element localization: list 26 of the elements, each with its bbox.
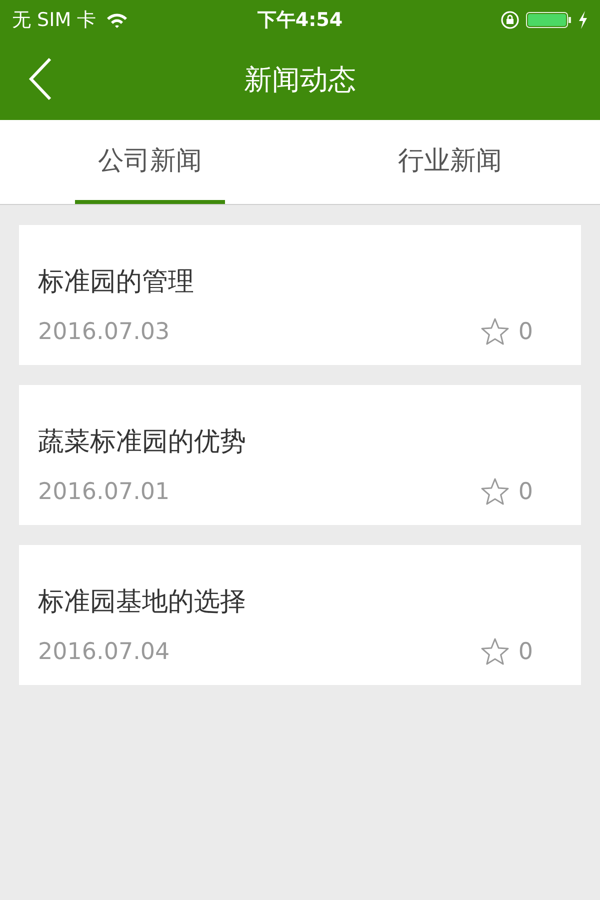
news-card[interactable]: 标准园的管理 2016.07.03 0	[19, 225, 581, 365]
news-title: 蔬菜标准园的优势	[38, 426, 247, 459]
news-date: 2016.07.04	[38, 639, 170, 665]
back-button[interactable]	[28, 57, 54, 101]
page-title: 新闻动态	[244, 62, 356, 98]
favorite-count: 0	[518, 639, 533, 665]
rotation-lock-icon	[500, 10, 520, 30]
battery-icon	[526, 10, 572, 30]
favorite-count: 0	[518, 479, 533, 505]
star-icon[interactable]	[480, 317, 510, 347]
news-card[interactable]: 标准园基地的选择 2016.07.04 0	[19, 545, 581, 685]
back-icon	[28, 57, 54, 101]
tab[interactable]: 公司新闻	[75, 120, 225, 204]
news-card[interactable]: 蔬菜标准园的优势 2016.07.01 0	[19, 385, 581, 525]
news-date: 2016.07.03	[38, 319, 170, 345]
tab[interactable]: 行业新闻	[375, 120, 525, 204]
wifi-icon	[106, 12, 128, 28]
favorite-count: 0	[518, 319, 533, 345]
news-title: 标准园基地的选择	[38, 586, 247, 619]
status-time: 下午4:54	[257, 8, 343, 33]
star-icon[interactable]	[480, 637, 510, 667]
news-date: 2016.07.01	[38, 479, 170, 505]
news-title: 标准园的管理	[38, 266, 195, 299]
carrier-text: 无 SIM 卡	[12, 8, 96, 33]
star-icon[interactable]	[480, 477, 510, 507]
charging-icon	[578, 11, 588, 29]
